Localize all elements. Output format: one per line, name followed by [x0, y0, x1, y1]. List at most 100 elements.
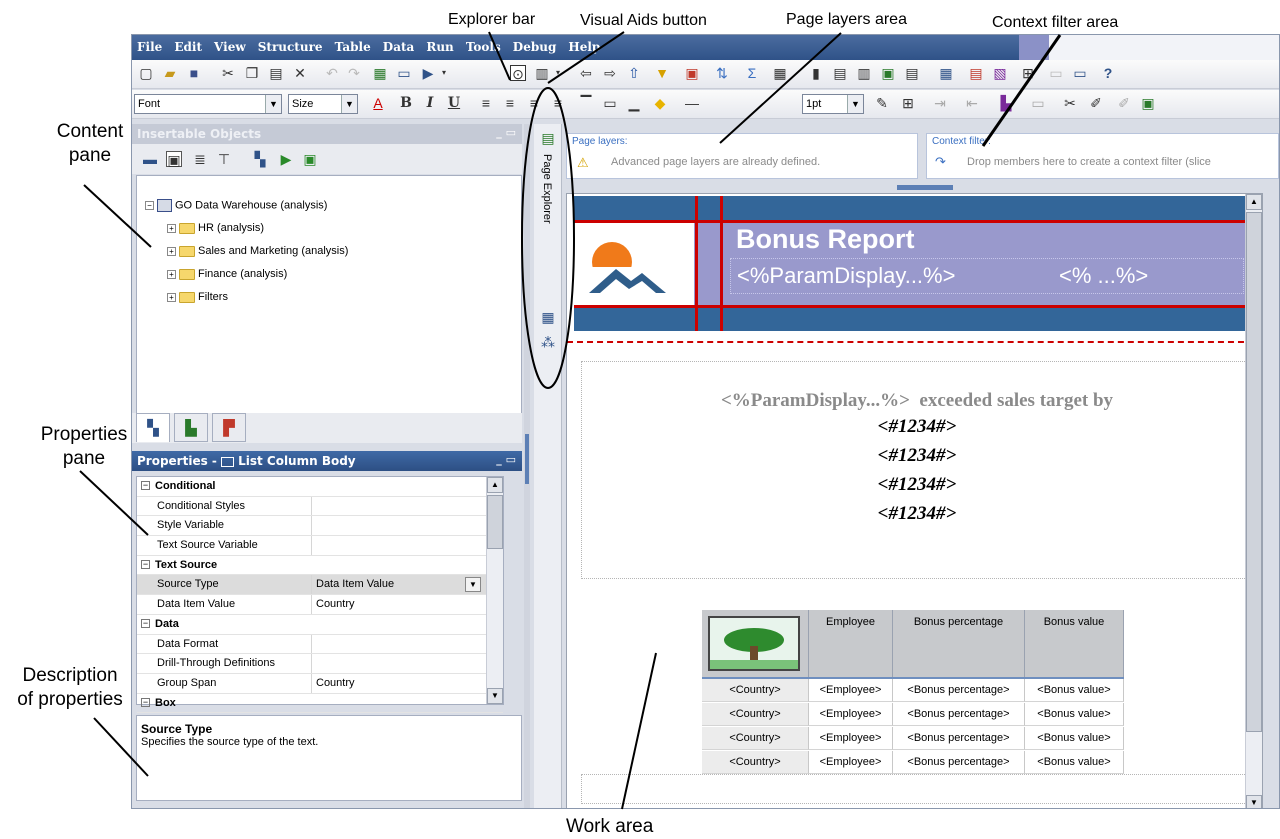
table-cell[interactable]: <Bonus percentage>	[893, 751, 1025, 774]
table-icon[interactable]: ⊞	[1020, 65, 1036, 81]
menu-view[interactable]: View	[209, 35, 250, 54]
save-icon[interactable]: ■	[186, 65, 202, 81]
report-header[interactable]: Bonus Report <%ParamDisplay...%> <% ...%…	[574, 196, 1254, 331]
visual-aids-icon[interactable]: ▥	[534, 65, 550, 81]
page-layers-tab-icon[interactable]: ▙	[174, 413, 208, 442]
font-color-icon[interactable]: A	[370, 95, 386, 111]
valign-middle-icon[interactable]: ▭	[602, 95, 618, 111]
work-area-scrollbar[interactable]: ▲ ▼	[1245, 194, 1262, 808]
header-icon[interactable]: ▥	[856, 65, 872, 81]
number-item[interactable]: <#1234#>	[582, 474, 1252, 496]
run-dropdown-icon[interactable]: ▾	[436, 65, 452, 81]
page-explorer-tab[interactable]: Page Explorer	[537, 152, 559, 272]
report-title[interactable]: Bonus Report	[736, 224, 915, 255]
underline-icon[interactable]: U	[446, 95, 462, 111]
arrow-left-icon[interactable]: ⇦	[578, 65, 594, 81]
chart-icon[interactable]: ▦	[938, 65, 954, 81]
property-category[interactable]: − Data	[137, 615, 503, 635]
table-cell[interactable]: <Country>	[702, 727, 809, 750]
menu-file[interactable]: File	[132, 35, 166, 54]
menu-edit[interactable]: Edit	[169, 35, 206, 54]
tree-item-hr[interactable]: + HR (analysis)	[167, 222, 264, 234]
borders-icon[interactable]: ⊞	[900, 95, 916, 111]
property-value[interactable]: Country	[313, 595, 503, 614]
align-left-icon[interactable]: ≡	[478, 95, 494, 111]
text-block[interactable]: <%ParamDisplay...%> exceeded sales targe…	[581, 361, 1253, 579]
calculation-icon[interactable]: ▦	[772, 65, 788, 81]
tree-item-filters[interactable]: + Filters	[167, 291, 228, 303]
xml-icon[interactable]: ▭	[396, 65, 412, 81]
valign-bottom-icon[interactable]: ▁	[626, 95, 642, 111]
list-view-icon[interactable]: ≣	[192, 151, 208, 167]
property-category[interactable]: − Text Source	[137, 556, 503, 576]
scrollbar-thumb[interactable]	[1246, 212, 1262, 732]
scroll-up-icon[interactable]: ▲	[1246, 194, 1262, 210]
outdent-icon[interactable]: ⇤	[964, 95, 980, 111]
condition-explorer-icon[interactable]: ⁂	[540, 334, 556, 350]
property-value[interactable]: Country	[313, 674, 503, 693]
pane-window-buttons[interactable]: _ ▭	[496, 453, 516, 466]
property-value[interactable]	[313, 536, 503, 555]
clear-style-icon[interactable]: ✐	[1116, 95, 1132, 111]
pane-splitter[interactable]	[524, 124, 530, 808]
number-item[interactable]: <#1234#>	[582, 416, 1252, 438]
source-tab-icon[interactable]: ▬	[142, 151, 158, 167]
context-filter-area[interactable]: Context filter: ↷ Drop members here to c…	[926, 133, 1279, 179]
suppress-icon[interactable]: ▣	[684, 65, 700, 81]
menu-run[interactable]: Run	[421, 35, 457, 54]
font-select[interactable]: Font ▼	[134, 94, 282, 114]
delete-icon[interactable]: ✕	[292, 65, 308, 81]
tree-item-sales-and-marketing[interactable]: + Sales and Marketing (analysis)	[167, 245, 348, 257]
logo-cell[interactable]	[574, 221, 694, 307]
merge-cells-icon[interactable]: ▭	[1048, 65, 1064, 81]
apply-style-icon[interactable]: ✐	[1088, 95, 1104, 111]
view-tabular-icon[interactable]: ▦	[372, 65, 388, 81]
tree-item-finance[interactable]: + Finance (analysis)	[167, 268, 287, 280]
background-color-icon[interactable]: ◆	[652, 95, 668, 111]
property-value[interactable]	[313, 635, 503, 654]
bonus-table[interactable]: Employee Bonus percentage Bonus value <C…	[702, 610, 1124, 774]
property-value[interactable]	[313, 516, 503, 535]
pane-window-buttons[interactable]: _ ▭	[496, 126, 516, 139]
italic-icon[interactable]: I	[422, 95, 438, 111]
scrollbar-thumb[interactable]	[487, 495, 503, 549]
arrow-right-icon[interactable]: ⇨	[602, 65, 618, 81]
number-item[interactable]: <#1234#>	[582, 503, 1252, 525]
copy-icon[interactable]: ❐	[244, 65, 260, 81]
table-cell[interactable]: <Employee>	[809, 679, 893, 702]
menu-debug[interactable]: Debug	[508, 35, 561, 54]
property-row[interactable]: Data Item Value Country	[137, 595, 503, 615]
number-item[interactable]: <#1234#>	[582, 445, 1252, 467]
table-cell[interactable]: <Employee>	[809, 727, 893, 750]
work-area[interactable]: Bonus Report <%ParamDisplay...%> <% ...%…	[566, 193, 1263, 808]
sort-icon[interactable]: ⇅	[714, 65, 730, 81]
paste-icon[interactable]: ▤	[268, 65, 284, 81]
group-icon[interactable]: ▮	[808, 65, 824, 81]
search-icon[interactable]: ▣	[302, 151, 318, 167]
line-width-select[interactable]: 1pt ▼	[802, 94, 864, 114]
table-cell[interactable]: <Country>	[702, 679, 809, 702]
swap-icon[interactable]: ▣	[880, 65, 896, 81]
query-icon[interactable]: ▧	[992, 65, 1008, 81]
splitter-grip[interactable]	[525, 434, 529, 484]
page-layers-area[interactable]: Page layers: ⚠ Advanced page layers are …	[566, 133, 918, 179]
refresh-icon[interactable]: ▶	[278, 151, 294, 167]
table-cell[interactable]: <Bonus value>	[1025, 751, 1124, 774]
page-explorer-icon[interactable]: ▤	[540, 130, 556, 146]
property-row[interactable]: Data Format	[137, 634, 503, 655]
menu-table[interactable]: Table	[330, 35, 375, 54]
open-icon[interactable]: ▰	[162, 65, 178, 81]
edit-style-icon[interactable]: ▣	[1140, 95, 1156, 111]
table-cell[interactable]: <Bonus value>	[1025, 679, 1124, 702]
property-row[interactable]: Drill-Through Definitions	[137, 654, 503, 674]
redo-icon[interactable]: ↷	[346, 65, 362, 81]
conditional-style-icon[interactable]: ▙	[998, 95, 1014, 111]
insert-member-icon[interactable]: ▚	[252, 151, 268, 167]
menu-data[interactable]: Data	[378, 35, 419, 54]
chevron-down-icon[interactable]: ▼	[341, 95, 357, 113]
scroll-down-icon[interactable]: ▼	[1246, 795, 1262, 808]
scroll-down-icon[interactable]: ▼	[487, 688, 503, 704]
footer-block[interactable]	[581, 774, 1253, 804]
property-value[interactable]	[313, 497, 503, 516]
pick-up-style-icon[interactable]: ✂	[1062, 95, 1078, 111]
